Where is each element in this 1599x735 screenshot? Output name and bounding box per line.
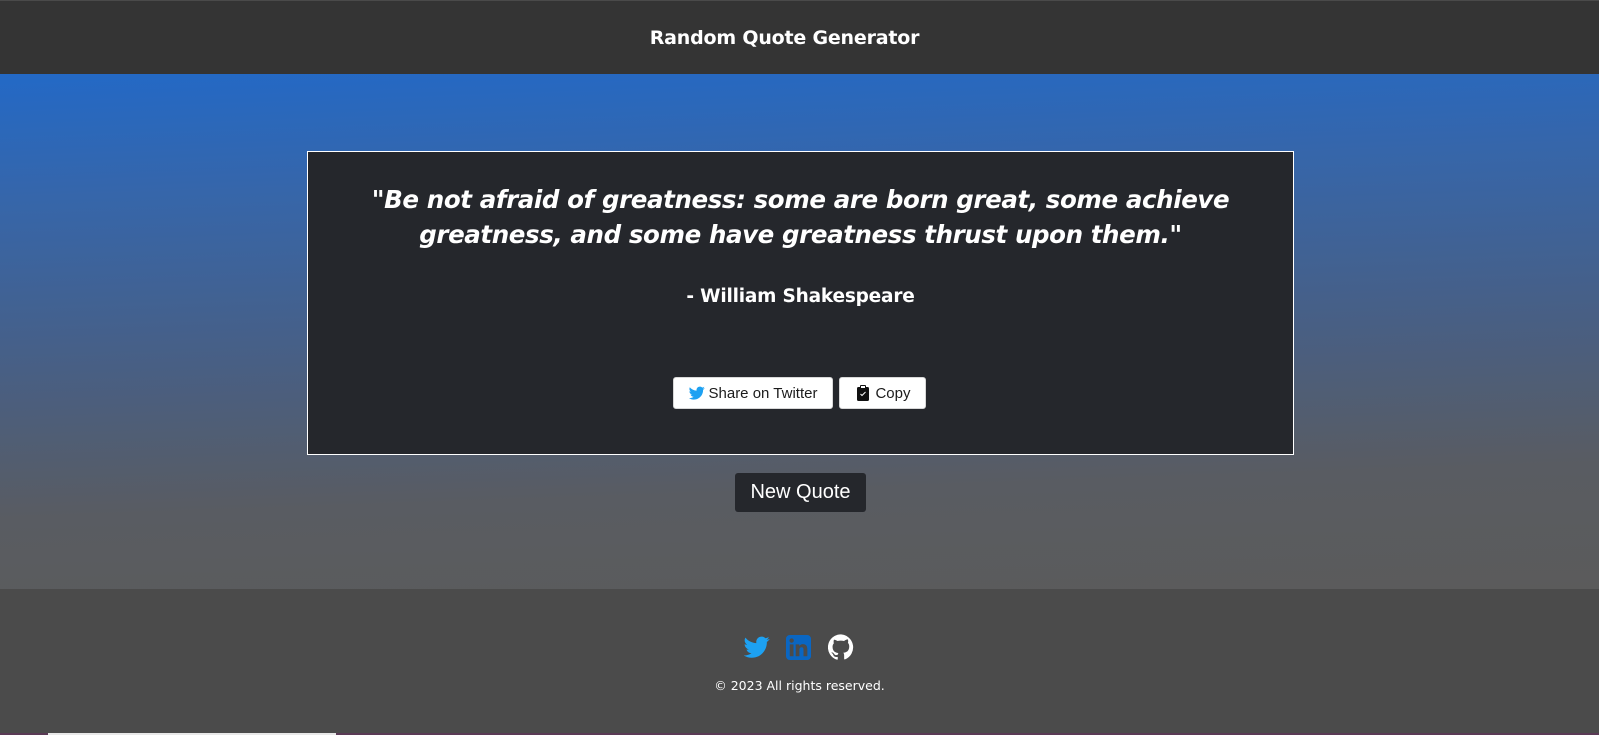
linkedin-icon[interactable] <box>786 634 812 660</box>
share-twitter-button[interactable]: Share on Twitter <box>672 377 834 409</box>
clipboard-check-icon <box>855 385 871 401</box>
copy-button[interactable]: Copy <box>839 377 927 409</box>
page-title: Random Quote Generator <box>649 26 920 49</box>
social-links <box>0 634 1599 660</box>
new-quote-button[interactable]: New Quote <box>735 473 866 512</box>
github-icon[interactable] <box>827 634 854 660</box>
share-twitter-label: Share on Twitter <box>708 384 818 402</box>
twitter-icon <box>688 385 705 401</box>
copyright-text: © 2023 All rights reserved. <box>714 678 885 693</box>
main-section: "Be not afraid of greatness: some are bo… <box>0 74 1599 589</box>
copy-label: Copy <box>875 384 911 402</box>
twitter-icon[interactable] <box>743 634 770 660</box>
quote-author: - William Shakespeare <box>686 286 915 307</box>
quote-card: "Be not afraid of greatness: some are bo… <box>307 151 1294 455</box>
footer: © 2023 All rights reserved. <box>0 589 1599 735</box>
quote-actions: Share on Twitter Copy <box>308 377 1293 409</box>
header: Random Quote Generator <box>0 0 1599 74</box>
quote-text: "Be not afraid of greatness: some are bo… <box>371 185 1230 249</box>
